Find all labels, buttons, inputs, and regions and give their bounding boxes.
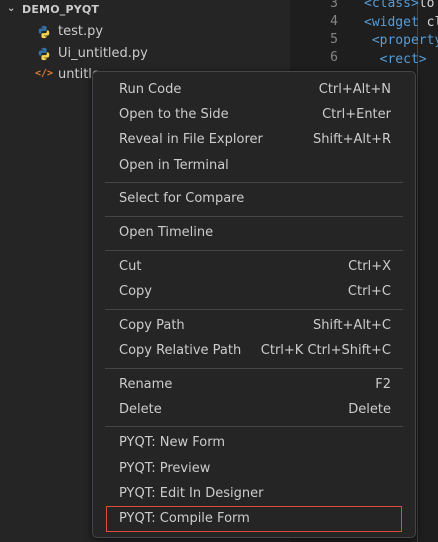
menu-item-rename[interactable]: Rename F2 xyxy=(107,373,401,397)
code-line: <property xyxy=(364,33,438,48)
menu-separator xyxy=(105,249,403,251)
menu-item-open-timeline[interactable]: Open Timeline xyxy=(107,221,401,245)
python-icon xyxy=(38,25,50,39)
chevron-down-icon[interactable]: ⌄ xyxy=(7,3,15,14)
python-icon xyxy=(38,47,50,61)
menu-item-shortcut: Delete xyxy=(348,401,391,417)
code-line: <rect> xyxy=(364,52,427,67)
code-line: <widget cl xyxy=(364,15,438,30)
menu-item-label: Copy Path xyxy=(119,317,185,333)
menu-item-label: Reveal in File Explorer xyxy=(119,132,263,148)
menu-item-copy[interactable]: Copy Ctrl+C xyxy=(107,280,401,304)
menu-item-select-for-compare[interactable]: Select for Compare xyxy=(107,187,401,211)
menu-item-reveal-in-file-explorer[interactable]: Reveal in File Explorer Shift+Alt+R xyxy=(107,128,401,152)
menu-separator xyxy=(105,182,403,184)
folder-label: DEMO_PYQT xyxy=(22,3,100,16)
menu-item-shortcut: Ctrl+K Ctrl+Shift+C xyxy=(260,342,391,358)
menu-item-label: Copy Relative Path xyxy=(119,342,242,358)
menu-item-label: PYQT: Preview xyxy=(119,460,211,476)
menu-item-shortcut: Ctrl+C xyxy=(347,283,391,299)
menu-item-pyqt-edit-in-designer[interactable]: PYQT: Edit In Designer xyxy=(107,482,401,506)
menu-item-label: Open to the Side xyxy=(119,107,229,123)
context-menu: Run Code Ctrl+Alt+N Open to the Side Ctrl+E… xyxy=(92,71,416,538)
code-tag: <property xyxy=(364,33,438,48)
menu-separator xyxy=(105,216,403,217)
menu-item-pyqt-compile-form[interactable]: PYQT: Compile Form xyxy=(106,506,402,532)
line-number: 4 xyxy=(330,14,338,29)
menu-item-shortcut: Ctrl+Enter xyxy=(322,107,391,123)
menu-separator xyxy=(105,426,403,428)
menu-item-shortcut: Shift+Alt+R xyxy=(313,132,391,148)
menu-item-shortcut: Ctrl+Alt+N xyxy=(318,82,391,97)
code-tag: <rect> xyxy=(364,51,427,67)
file-item-ui-untitled-py[interactable]: Ui_untitled.py xyxy=(0,43,290,65)
menu-item-pyqt-preview[interactable]: PYQT: Preview xyxy=(107,457,401,481)
menu-item-label: Copy xyxy=(119,283,152,299)
menu-item-open-in-terminal[interactable]: Open in Terminal xyxy=(107,154,401,178)
menu-item-shortcut: Ctrl+X xyxy=(348,258,391,274)
file-item-test-py[interactable]: test.py xyxy=(0,21,290,43)
menu-item-label: PYQT: Compile Form xyxy=(119,511,250,526)
menu-item-run-code[interactable]: Run Code Ctrl+Alt+N xyxy=(107,78,401,102)
file-name: Ui_untitled.py xyxy=(58,46,148,61)
menu-item-label: Open Timeline xyxy=(119,225,214,240)
file-name: test.py xyxy=(58,24,104,39)
menu-item-label: Open in Terminal xyxy=(119,157,229,173)
xml-icon: </> xyxy=(35,68,54,79)
line-number: 5 xyxy=(330,32,338,47)
menu-item-pyqt-new-form[interactable]: PYQT: New Form xyxy=(107,431,401,455)
code-tag: <widget xyxy=(364,14,419,30)
line-number: 3 xyxy=(330,0,338,11)
menu-item-cut[interactable]: Cut Ctrl+X xyxy=(107,255,401,279)
code-text: cl xyxy=(426,14,438,30)
menu-separator xyxy=(105,367,403,369)
menu-item-shortcut: Shift+Alt+C xyxy=(312,317,391,333)
menu-item-shortcut: F2 xyxy=(375,376,391,392)
menu-item-copy-relative-path[interactable]: Copy Relative Path Ctrl+K Ctrl+Shift+C xyxy=(107,339,401,363)
menu-separator xyxy=(105,308,403,310)
menu-item-label: PYQT: Edit In Designer xyxy=(119,485,264,501)
code-line: <class>lo xyxy=(364,0,434,11)
menu-item-label: Delete xyxy=(119,401,162,417)
code-text: lo xyxy=(418,0,435,11)
menu-item-label: Cut xyxy=(119,258,142,274)
folder-demo-pyqt[interactable]: ⌄ DEMO_PYQT xyxy=(0,0,290,20)
menu-item-copy-path[interactable]: Copy Path Shift+Alt+C xyxy=(107,314,401,338)
menu-item-label: Rename xyxy=(119,376,173,392)
menu-item-label: Run Code xyxy=(119,82,182,97)
menu-item-open-to-the-side[interactable]: Open to the Side Ctrl+Enter xyxy=(107,103,401,127)
line-number: 6 xyxy=(330,50,338,65)
code-tag: <class> xyxy=(364,0,419,11)
menu-item-label: PYQT: New Form xyxy=(119,435,225,451)
menu-item-label: Select for Compare xyxy=(119,191,245,207)
menu-item-delete[interactable]: Delete Delete xyxy=(107,398,401,422)
